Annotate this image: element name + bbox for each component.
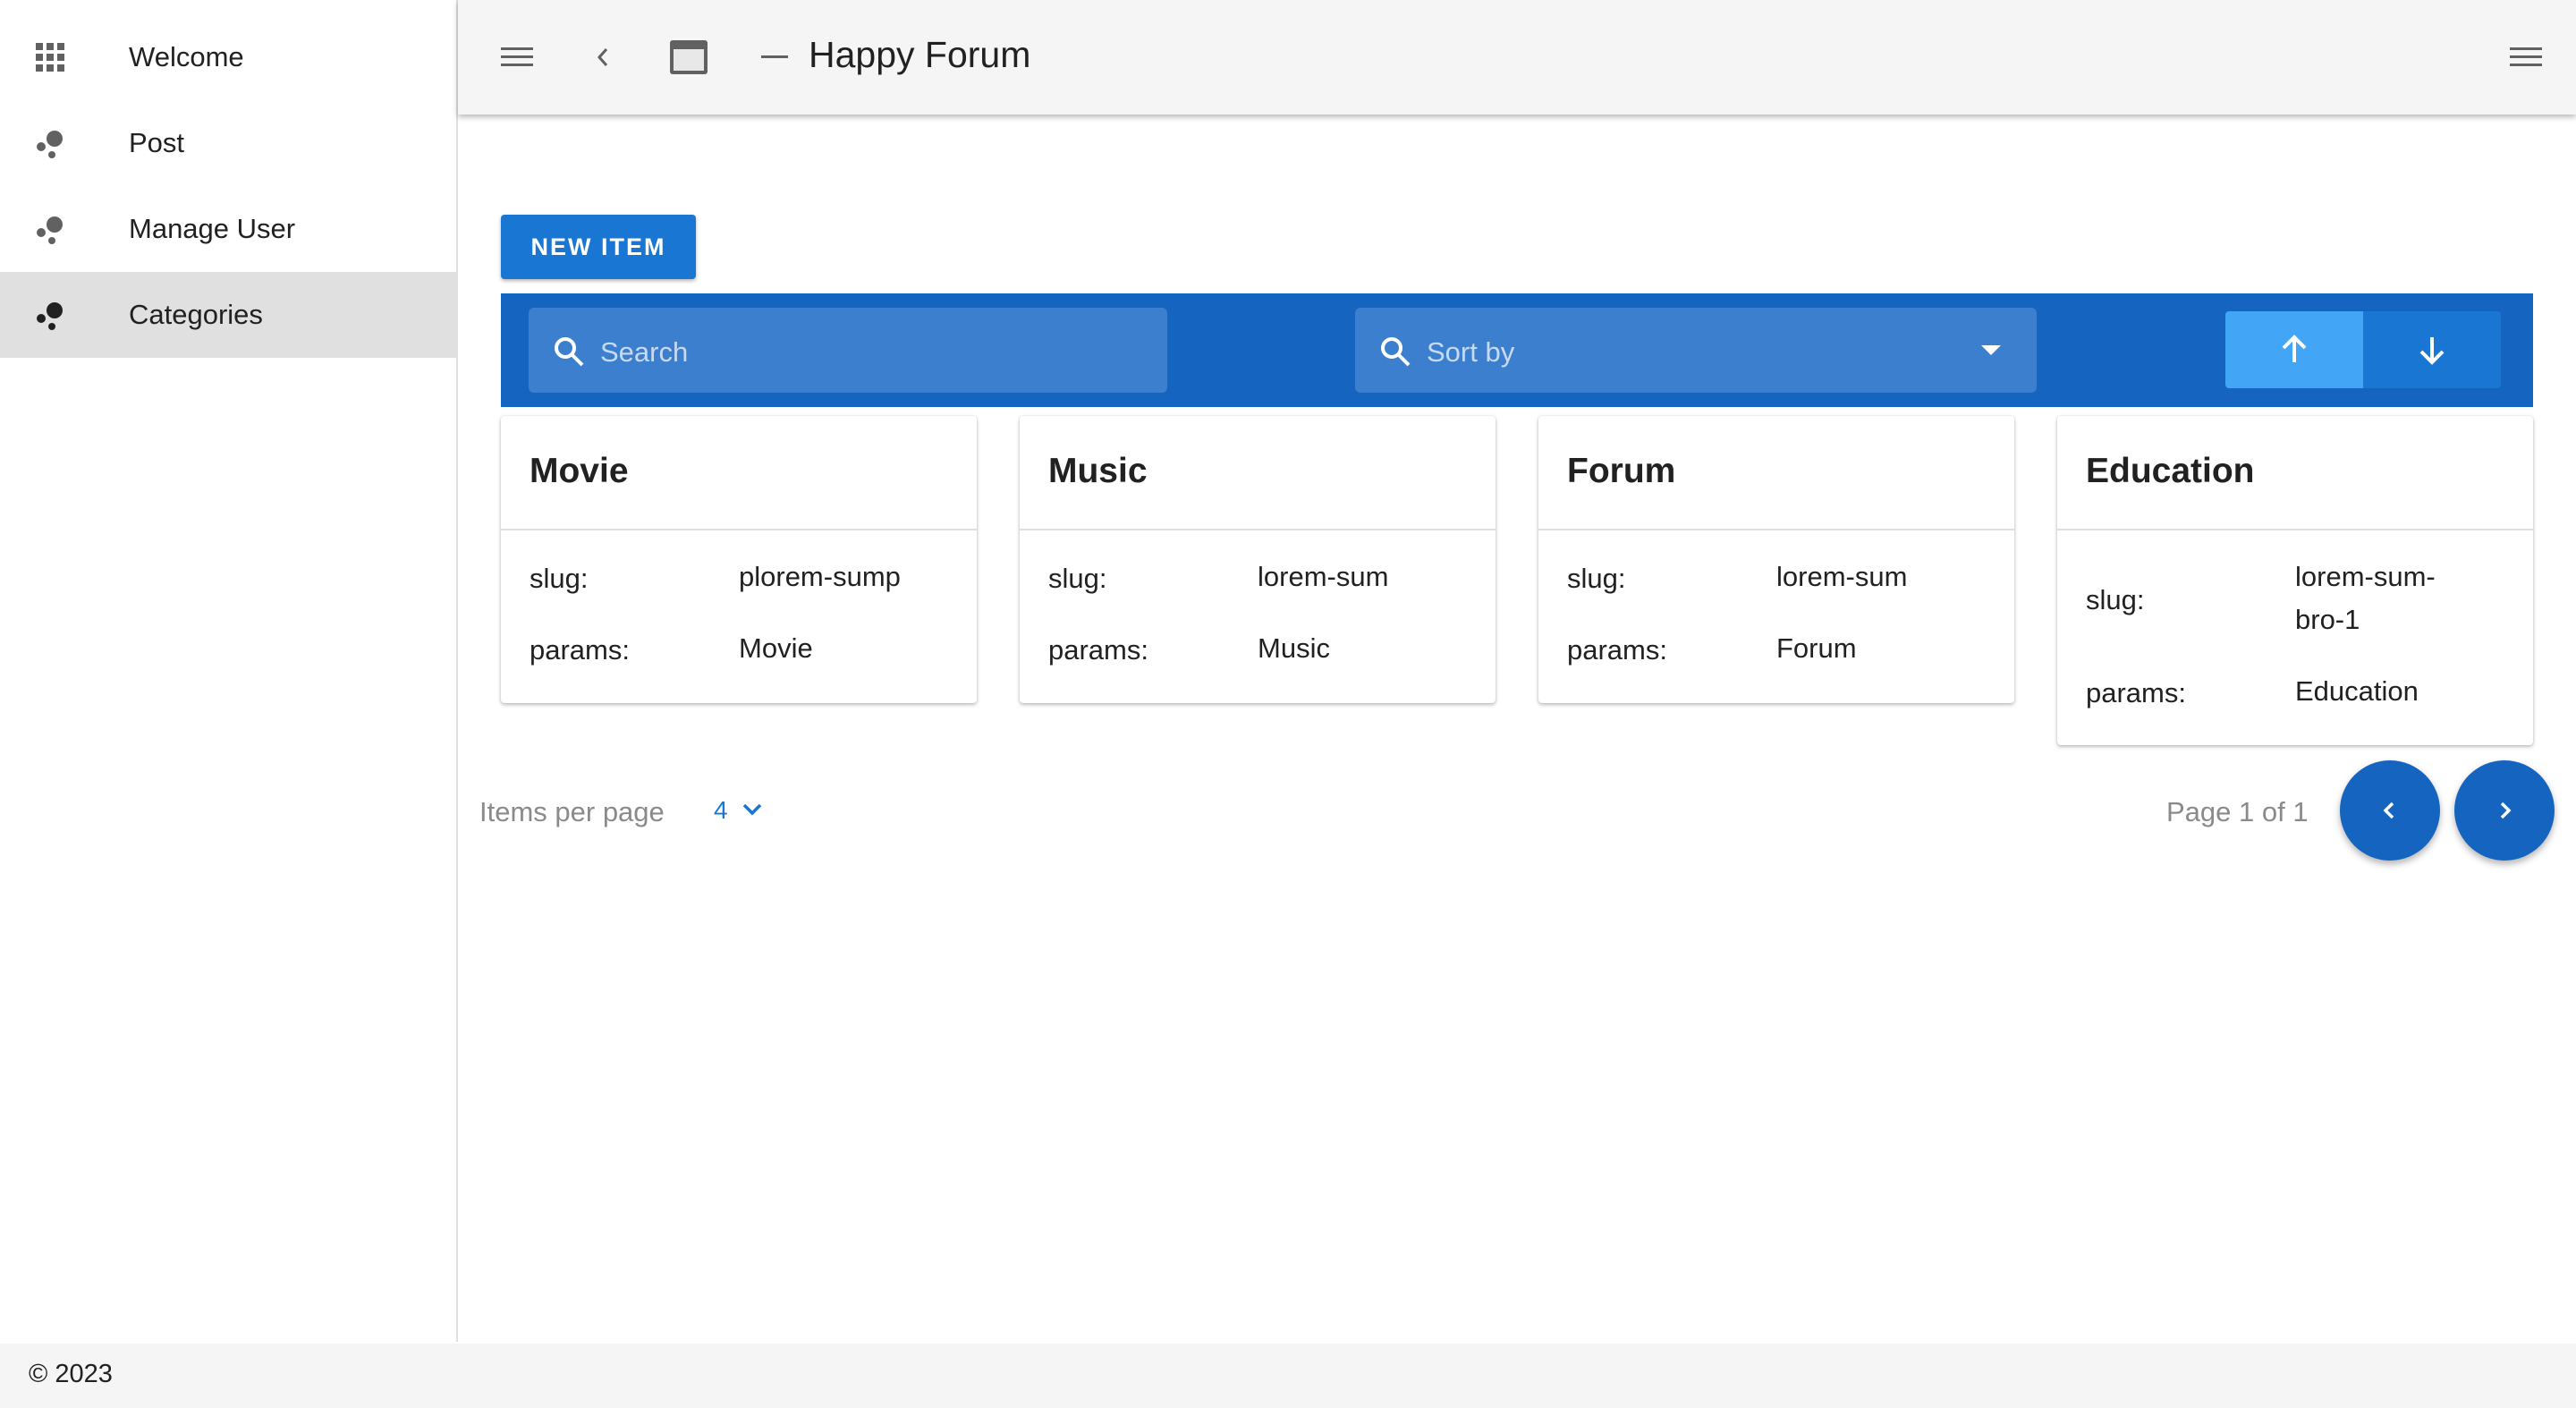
params-label: params: — [1567, 634, 1667, 666]
card-header: Forum — [1538, 416, 2014, 530]
sidebar-item-manage-user[interactable]: Manage User — [0, 186, 456, 272]
slug-label: slug: — [530, 563, 589, 594]
category-card: Music slug: lorem-sum params: Music — [1020, 416, 1496, 703]
footer: © 2023 — [0, 1344, 2576, 1408]
items-per-page-label: Items per page — [479, 796, 665, 827]
minimize-button[interactable] — [748, 30, 801, 84]
slug-value: lorem-sum — [1258, 561, 1389, 592]
back-button[interactable] — [576, 30, 630, 84]
params-value: Movie — [739, 632, 813, 664]
filter-toolbar: Search Sort by — [501, 293, 2533, 407]
app-bar: Happy Forum — [458, 0, 2576, 115]
card-title: Education — [2086, 452, 2255, 490]
chevron-down-icon[interactable] — [739, 796, 766, 823]
slug-value: lorem-sum — [1776, 561, 1908, 592]
copyright-text: © 2023 — [29, 1360, 113, 1388]
card-title: Movie — [530, 452, 629, 490]
window-icon — [670, 40, 708, 74]
search-input[interactable]: Search — [529, 308, 1167, 393]
search-placeholder: Search — [600, 336, 689, 368]
bubble-chart-icon — [37, 302, 63, 330]
sort-by-select[interactable]: Sort by — [1355, 308, 2037, 393]
sidebar-item-categories[interactable]: Categories — [0, 272, 456, 358]
slug-label: slug: — [1567, 563, 1626, 594]
params-label: params: — [1048, 634, 1148, 666]
sidebar-item-welcome[interactable]: Welcome — [0, 14, 456, 100]
page-info: Page 1 of 1 — [2166, 796, 2309, 827]
card-header: Music — [1020, 416, 1496, 530]
chevron-right-icon — [2500, 802, 2512, 819]
sidebar: Welcome Post Manage User Categories — [0, 0, 458, 1342]
chevron-left-icon — [597, 48, 608, 66]
sidebar-item-label: Post — [129, 127, 185, 158]
search-icon — [1381, 337, 1411, 367]
bubble-chart-icon — [37, 216, 63, 244]
params-value: Education — [2295, 675, 2419, 707]
sort-ascending-button[interactable] — [2225, 311, 2363, 388]
menu-button[interactable] — [490, 30, 544, 84]
sidebar-item-label: Manage User — [129, 213, 296, 244]
app-title: Happy Forum — [809, 34, 1031, 75]
arrow-down-icon — [2419, 337, 2445, 365]
category-card: Movie slug: plorem-sump params: Movie — [501, 416, 977, 703]
slug-label: slug: — [1048, 563, 1107, 594]
caret-down-icon — [1981, 345, 2001, 355]
apps-grid-icon — [36, 43, 64, 72]
sort-by-placeholder: Sort by — [1427, 336, 1515, 368]
sidebar-item-post[interactable]: Post — [0, 100, 456, 186]
sidebar-item-label: Categories — [129, 299, 263, 330]
params-label: params: — [2086, 677, 2186, 708]
category-card: Forum slug: lorem-sum params: Forum — [1538, 416, 2014, 703]
menu-icon — [2510, 47, 2542, 66]
menu-icon — [501, 47, 533, 66]
params-label: params: — [530, 634, 630, 666]
card-header: Movie — [501, 416, 977, 530]
minimize-icon — [761, 55, 788, 58]
next-page-button[interactable] — [2454, 760, 2555, 861]
bubble-chart-icon — [37, 131, 63, 158]
previous-page-button[interactable] — [2340, 760, 2440, 861]
card-header: Education — [2057, 416, 2533, 530]
category-card: Education slug: lorem-sum-bro-1 params: … — [2057, 416, 2533, 745]
items-per-page-select[interactable]: 4 — [714, 796, 728, 825]
slug-value: plorem-sump — [739, 561, 901, 592]
new-item-button[interactable]: NEW ITEM — [501, 215, 696, 279]
overflow-menu-button[interactable] — [2499, 30, 2553, 84]
search-icon — [555, 337, 584, 367]
slug-label: slug: — [2086, 584, 2145, 615]
params-value: Music — [1258, 632, 1330, 664]
sidebar-item-label: Welcome — [129, 41, 244, 72]
arrow-up-icon — [2282, 335, 2307, 362]
card-title: Forum — [1567, 452, 1676, 490]
chevron-left-icon — [2383, 802, 2394, 819]
sort-descending-button[interactable] — [2363, 311, 2501, 388]
slug-value: lorem-sum-bro-1 — [2295, 561, 2436, 635]
params-value: Forum — [1776, 632, 1857, 664]
card-title: Music — [1048, 452, 1148, 490]
window-button[interactable] — [662, 30, 716, 84]
